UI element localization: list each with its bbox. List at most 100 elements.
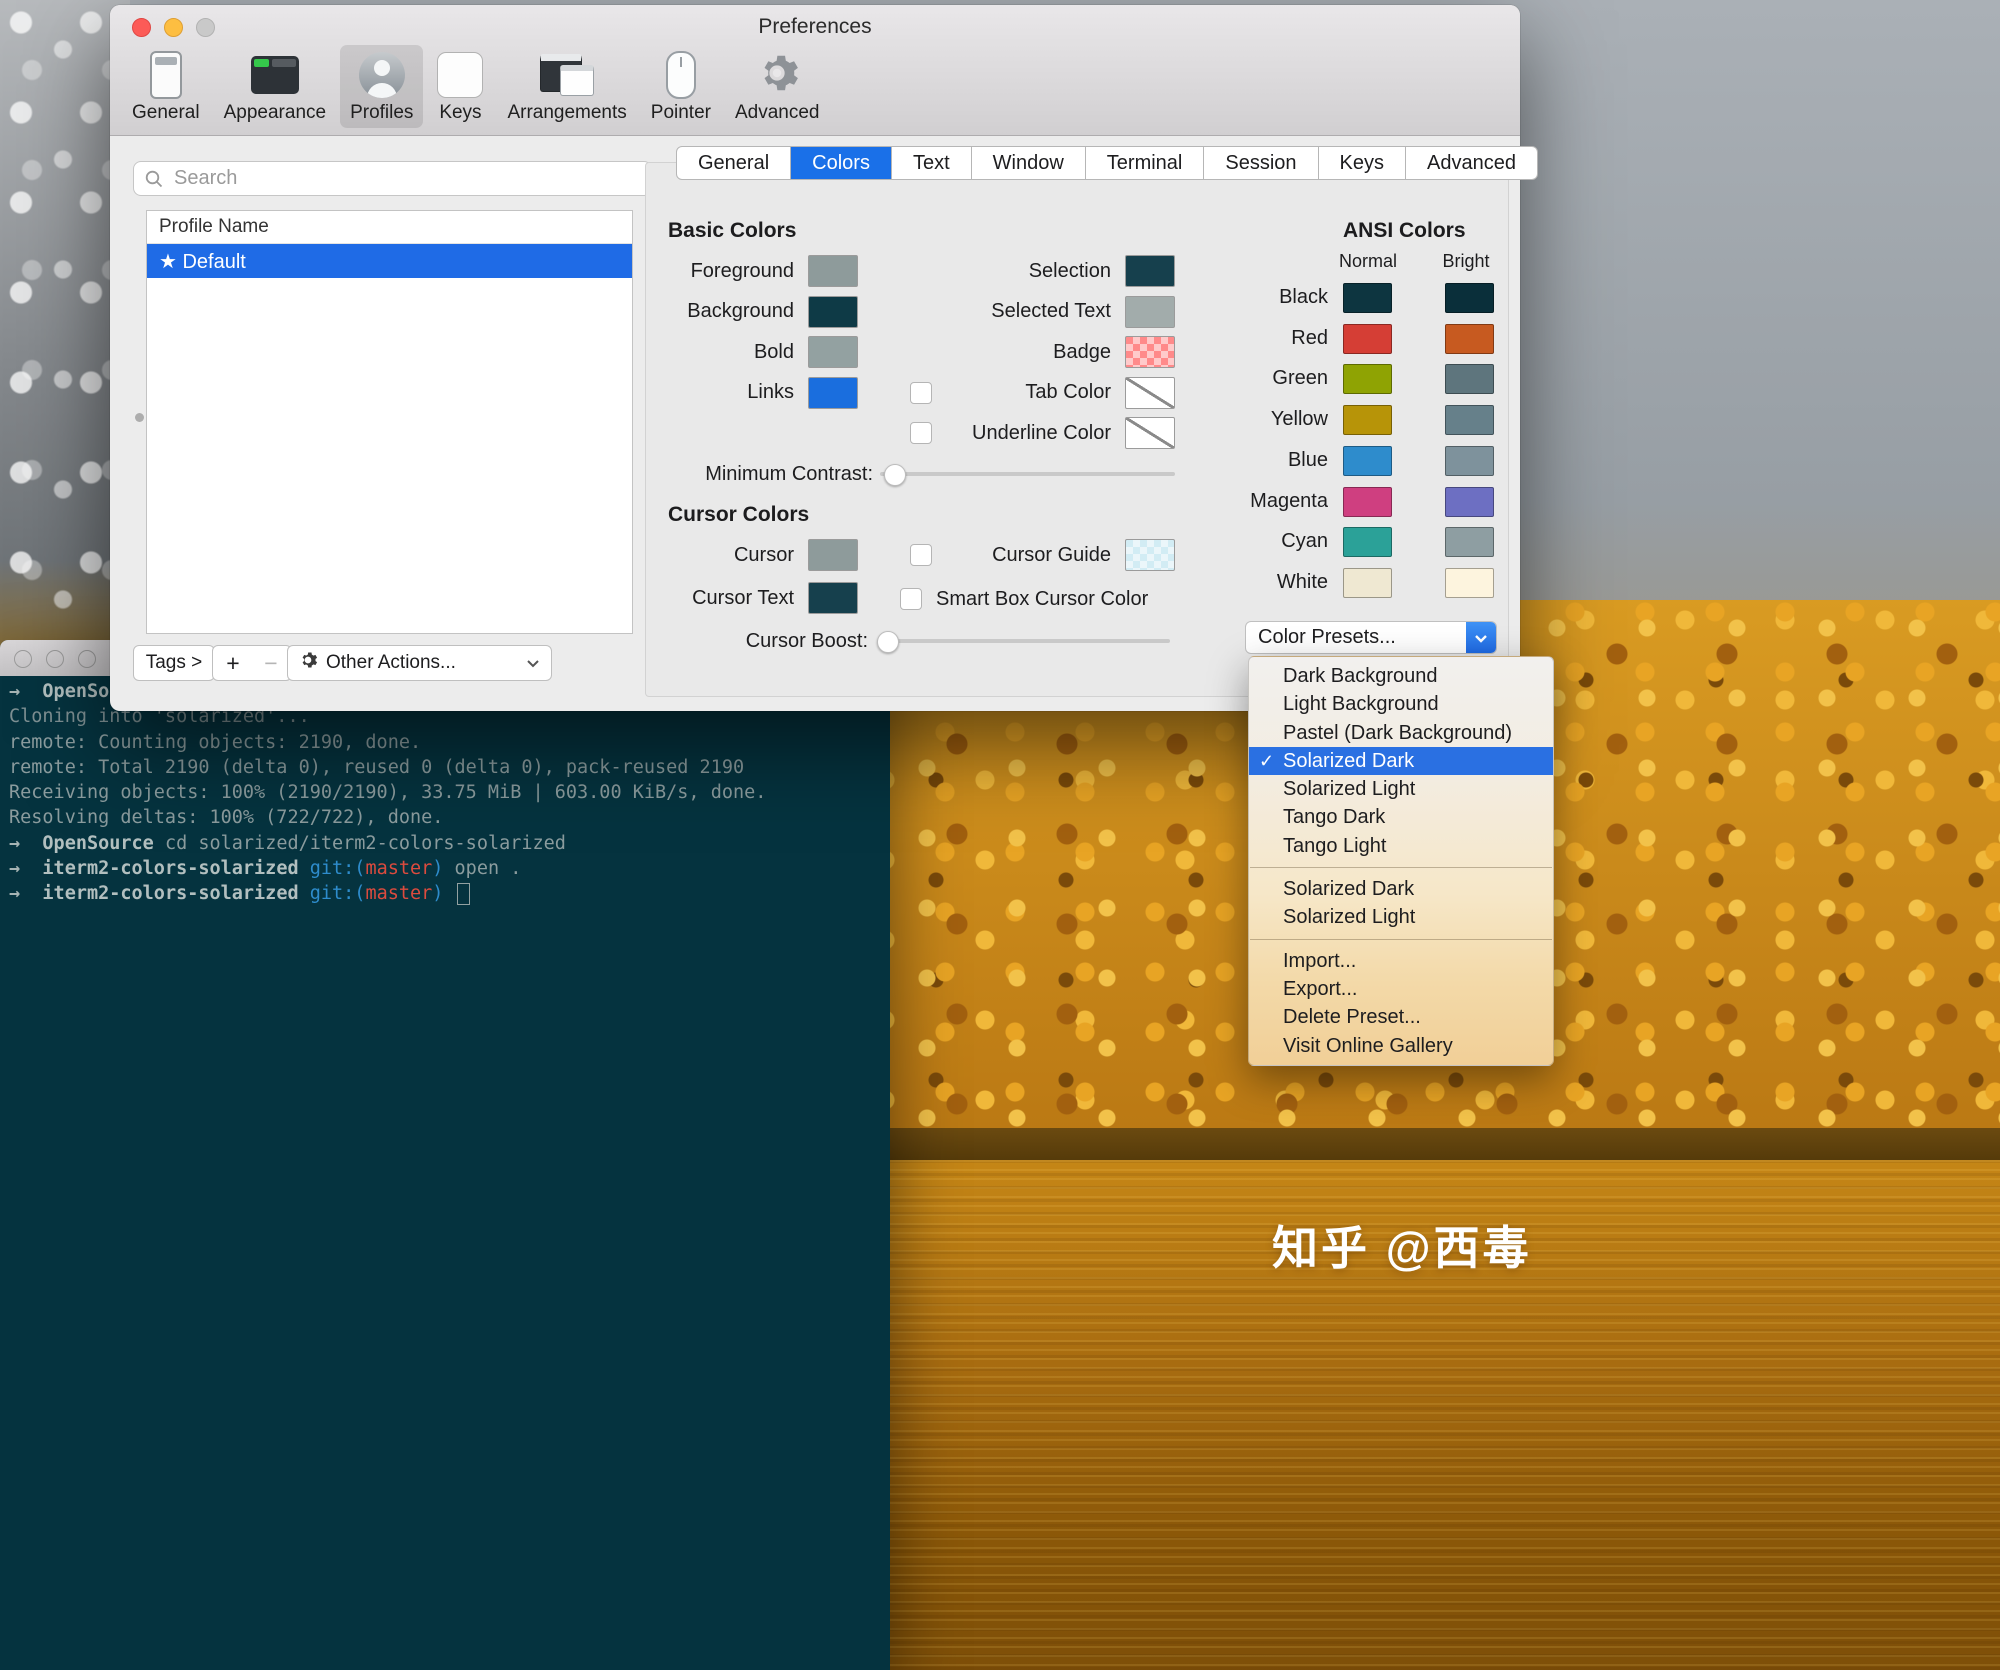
ansi-bright-cyan[interactable]	[1445, 527, 1494, 558]
checkbox-cursor-guide[interactable]	[910, 544, 932, 566]
checkbox-underline-color[interactable]	[910, 422, 932, 445]
tab-advanced[interactable]: Advanced	[1406, 147, 1537, 179]
ansi-normal-magenta[interactable]	[1343, 486, 1392, 517]
basic-bold: Bold	[630, 336, 858, 369]
terminal-close-button[interactable]	[14, 650, 32, 668]
profile-tabs: General Colors Text Window Terminal Session Ke…	[676, 146, 1538, 180]
terminal-minimize-button[interactable]	[46, 650, 64, 668]
menu-item-14-visit-online-gallery[interactable]: Visit Online Gallery	[1249, 1032, 1553, 1060]
ansi-bright-white[interactable]	[1445, 567, 1494, 598]
terminal-line: → iterm2-colors-solarized git:(master) o…	[9, 858, 522, 880]
tab-general[interactable]: General	[677, 147, 792, 179]
zoom-button[interactable]	[196, 18, 215, 37]
ansi-normal-red[interactable]	[1343, 323, 1392, 354]
ansi-normal-yellow[interactable]	[1343, 405, 1392, 436]
ansi-bright-black[interactable]	[1445, 283, 1494, 313]
color-well-foreground[interactable]	[808, 255, 858, 287]
terminal-zoom-button[interactable]	[78, 650, 96, 668]
tab-window[interactable]: Window	[972, 147, 1086, 179]
ansi-bright-blue[interactable]	[1445, 445, 1494, 476]
cursor-boost-slider[interactable]	[877, 625, 1170, 657]
menu-item-label: Export...	[1283, 977, 1358, 1000]
basic-label-underline-color: Underline Color	[972, 421, 1111, 444]
keys-icon	[437, 52, 484, 98]
menu-item-11-import[interactable]: Import...	[1249, 947, 1553, 975]
tab-terminal[interactable]: Terminal	[1086, 147, 1205, 179]
color-well-selected-text[interactable]	[1125, 295, 1175, 328]
slider-knob[interactable]	[877, 631, 899, 653]
toolbar-item-keys[interactable]: Keys	[427, 45, 493, 128]
toolbar-item-general[interactable]: General	[122, 45, 210, 128]
search-field[interactable]	[133, 161, 652, 196]
tab-text[interactable]: Text	[892, 147, 972, 179]
cursor-colors-title: Cursor Colors	[668, 503, 810, 526]
search-input[interactable]	[172, 166, 641, 191]
menu-item-12-export[interactable]: Export...	[1249, 975, 1553, 1003]
advanced-icon	[754, 50, 800, 101]
color-well-cursor[interactable]	[808, 539, 858, 571]
color-well-underline-color[interactable]	[1125, 417, 1175, 450]
ansi-bright-red[interactable]	[1445, 323, 1494, 354]
other-actions-dropdown[interactable]: Other Actions...	[287, 645, 552, 681]
basic-selection: Selection	[910, 255, 1175, 287]
menu-item-0-dark-background[interactable]: Dark Background	[1249, 662, 1553, 690]
cursor-label-cursor-text: Cursor Text	[692, 586, 794, 609]
close-button[interactable]	[132, 18, 151, 37]
color-well-tab-color[interactable]	[1125, 376, 1175, 409]
color-well-badge[interactable]	[1125, 336, 1175, 369]
slider-knob[interactable]	[884, 464, 906, 486]
toolbar-item-appearance[interactable]: Appearance	[214, 45, 336, 128]
color-well-links[interactable]	[808, 376, 858, 409]
ansi-normal-white[interactable]	[1343, 567, 1392, 598]
menu-item-13-delete-preset[interactable]: Delete Preset...	[1249, 1003, 1553, 1031]
ansi-normal-green[interactable]	[1343, 364, 1392, 395]
terminal-line: remote: Counting objects: 2190, done.	[9, 731, 422, 753]
menu-item-8-solarized-dark[interactable]: Solarized Dark	[1249, 875, 1553, 903]
ansi-normal-blue[interactable]	[1343, 445, 1392, 476]
tab-colors[interactable]: Colors	[791, 147, 892, 179]
color-presets-dropdown[interactable]: Color Presets...	[1245, 621, 1497, 654]
menu-item-label: Pastel (Dark Background)	[1283, 721, 1512, 744]
basic-label-links: Links	[747, 381, 794, 404]
ansi-bright-magenta[interactable]	[1445, 486, 1494, 517]
minimum-contrast-slider[interactable]	[880, 458, 1175, 490]
profiles-label: Profiles	[350, 102, 414, 123]
menu-item-9-solarized-light[interactable]: Solarized Light	[1249, 903, 1553, 931]
menu-item-1-light-background[interactable]: Light Background	[1249, 690, 1553, 718]
checkbox-tab-color[interactable]	[910, 381, 932, 404]
color-well-cursor-text[interactable]	[808, 582, 858, 615]
tab-session[interactable]: Session	[1204, 147, 1319, 179]
menu-item-2-pastel-dark-background[interactable]: Pastel (Dark Background)	[1249, 719, 1553, 747]
menu-item-4-solarized-light[interactable]: Solarized Light	[1249, 775, 1553, 803]
menu-item-5-tango-dark[interactable]: Tango Dark	[1249, 803, 1553, 831]
basic-label-badge: Badge	[1053, 340, 1111, 363]
tab-keys[interactable]: Keys	[1319, 147, 1406, 179]
minimize-button[interactable]	[164, 18, 183, 37]
checkbox-smart-box-cursor-color[interactable]	[900, 588, 922, 610]
ansi-normal-black[interactable]	[1343, 283, 1392, 313]
menu-item-3-solarized-dark[interactable]: ✓ Solarized Dark	[1249, 746, 1553, 776]
toolbar-item-pointer[interactable]: Pointer	[641, 45, 721, 128]
ansi-bright-yellow[interactable]	[1445, 405, 1494, 436]
menu-item-6-tango-light[interactable]: Tango Light	[1249, 832, 1553, 860]
toolbar-item-advanced[interactable]: Advanced	[725, 45, 830, 128]
terminal-cursor	[456, 883, 470, 906]
terminal-window[interactable]: → OpenSou Cloning into 'solarized'... remo…	[0, 640, 890, 1670]
color-well-background[interactable]	[808, 295, 858, 328]
toolbar-item-arrangements[interactable]: Arrangements	[497, 45, 636, 128]
color-well-selection[interactable]	[1125, 255, 1175, 287]
basic-tab-color: Tab Color	[910, 376, 1175, 409]
remove-profile-button[interactable]: −	[251, 645, 292, 681]
profile-row-default[interactable]: ★ Default	[147, 244, 632, 278]
splitter-handle[interactable]	[135, 413, 144, 422]
chevron-down-icon	[1466, 622, 1496, 653]
color-well-cursor-guide[interactable]	[1125, 539, 1175, 571]
tags-button[interactable]: Tags >	[133, 645, 215, 681]
toolbar-item-profiles[interactable]: Profiles	[340, 45, 424, 128]
add-profile-button[interactable]: +	[212, 645, 254, 681]
ansi-normal-cyan[interactable]	[1343, 527, 1392, 558]
slider-track	[877, 631, 1170, 653]
menu-item-label: Dark Background	[1283, 665, 1438, 687]
color-well-bold[interactable]	[808, 336, 858, 369]
ansi-bright-green[interactable]	[1445, 364, 1494, 395]
